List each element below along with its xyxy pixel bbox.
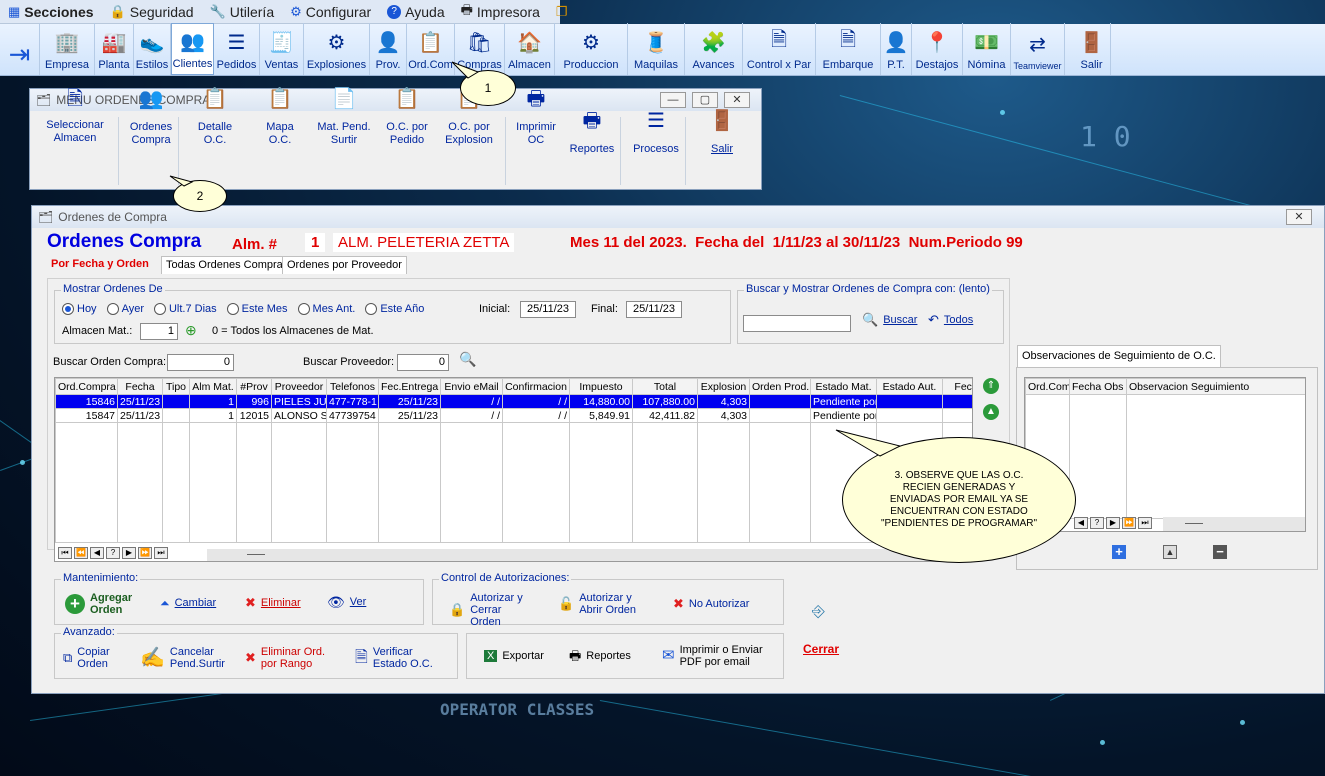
callout-pointers — [169, 61, 902, 457]
